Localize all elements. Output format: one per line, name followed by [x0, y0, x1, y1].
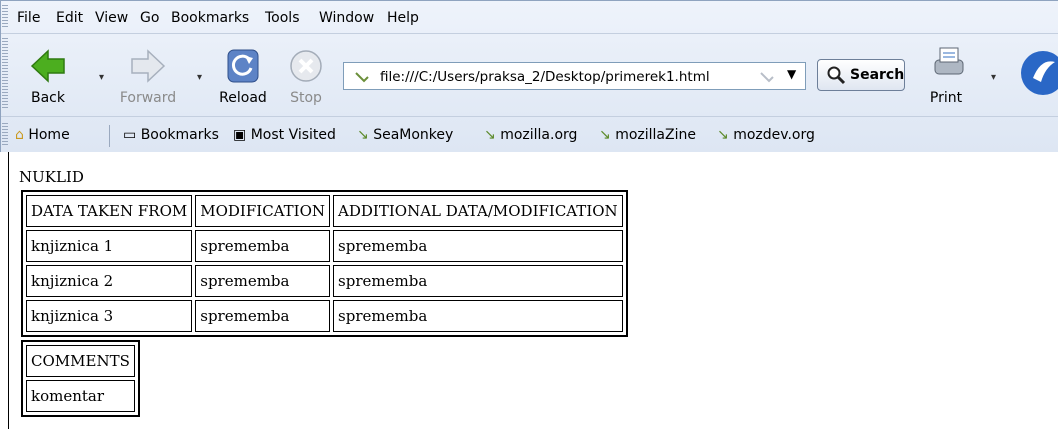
header-additional-data: ADDITIONAL DATA/MODIFICATION	[333, 195, 623, 227]
comments-row: komentar	[26, 380, 135, 412]
bookmark-mozdev-org-icon: ↘	[717, 127, 729, 143]
bookmarks-folder-icon: ▭	[123, 127, 137, 143]
page-title: NUKLID	[19, 168, 84, 186]
table-cell: knjiznica 2	[26, 265, 193, 297]
bookmark-bookmarks-label: Bookmarks	[140, 127, 219, 143]
table-cell: sprememba	[195, 230, 331, 262]
comments-header-row: COMMENTS	[26, 345, 135, 377]
menu-bookmarks[interactable]: Bookmarks	[171, 10, 249, 26]
print-dropdown-icon[interactable]: ▾	[991, 72, 996, 83]
reload-button[interactable]: Reload	[213, 34, 273, 114]
url-dropdown-icon[interactable]: ▼	[787, 67, 796, 81]
table-cell: sprememba	[333, 300, 623, 332]
forward-dropdown-icon[interactable]: ▾	[197, 72, 202, 83]
print-button[interactable]: Print	[917, 34, 987, 114]
seamonkey-throbber-icon[interactable]	[1019, 48, 1058, 98]
forward-arrow-icon	[131, 49, 166, 83]
page-proxy-icon	[355, 72, 369, 83]
table-header-row: DATA TAKEN FROM MODIFICATION ADDITIONAL …	[26, 195, 623, 227]
table-cell: knjiznica 1	[26, 230, 193, 262]
back-label: Back	[31, 90, 65, 106]
search-button[interactable]: Search	[817, 59, 905, 91]
table-cell: sprememba	[333, 230, 623, 262]
print-label: Print	[929, 90, 963, 106]
table-row: knjiznica 3 sprememba sprememba	[26, 300, 623, 332]
most-visited-folder-icon: ▣	[233, 127, 247, 143]
search-icon	[827, 66, 846, 85]
printer-icon	[934, 47, 964, 75]
comments-table: COMMENTS komentar	[21, 340, 140, 417]
bookmark-mozillazine-icon: ↘	[599, 127, 611, 143]
table-cell: sprememba	[195, 300, 331, 332]
bookmark-seamonkey-icon: ↘	[357, 127, 369, 143]
back-dropdown-icon[interactable]: ▾	[99, 72, 104, 83]
menu-edit[interactable]: Edit	[56, 10, 83, 26]
url-text[interactable]: file:///C:/Users/praksa_2/Desktop/primer…	[380, 69, 710, 85]
browser-chrome: File Edit View Go Bookmarks Tools Window…	[0, 0, 1058, 152]
table-cell: knjiznica 3	[26, 300, 193, 332]
bookmark-seamonkey-label: SeaMonkey	[373, 127, 454, 143]
table-cell: sprememba	[333, 265, 623, 297]
bookmark-mozilla-org[interactable]: ↘ mozilla.org	[484, 127, 577, 143]
comment-cell: komentar	[26, 380, 135, 412]
home-icon: ⌂	[15, 127, 24, 143]
bookmarks-separator	[109, 125, 110, 147]
stop-button[interactable]: Stop	[283, 34, 329, 114]
menu-view[interactable]: View	[95, 10, 128, 26]
menu-tools[interactable]: Tools	[265, 10, 300, 26]
bookmark-mozdev-org[interactable]: ↘ mozdev.org	[717, 127, 815, 143]
bookmark-mozdev-org-label: mozdev.org	[733, 127, 815, 143]
menu-bar: File Edit View Go Bookmarks Tools Window…	[1, 1, 1058, 34]
bookmark-home-label: Home	[28, 127, 70, 143]
reload-label: Reload	[219, 90, 267, 106]
back-button[interactable]: Back	[23, 34, 73, 114]
bookmark-home[interactable]: ⌂ Home	[15, 127, 70, 143]
navigation-toolbar: Back ▾ Forward ▾ Reload Stop file:///C:/…	[1, 34, 1058, 117]
url-bar[interactable]: file:///C:/Users/praksa_2/Desktop/primer…	[343, 62, 806, 90]
toolbar-grip[interactable]	[2, 38, 8, 110]
search-label: Search	[850, 67, 905, 83]
menu-help[interactable]: Help	[387, 10, 419, 26]
bookmark-bookmarks[interactable]: ▭ Bookmarks	[123, 127, 219, 143]
back-arrow-icon	[30, 49, 65, 83]
bookmark-most-visited-label: Most Visited	[250, 127, 336, 143]
stop-label: Stop	[290, 90, 322, 106]
bookmark-most-visited[interactable]: ▣ Most Visited	[233, 127, 336, 143]
table-row: knjiznica 2 sprememba sprememba	[26, 265, 623, 297]
menu-bar-grip[interactable]	[2, 5, 8, 29]
table-cell: sprememba	[195, 265, 331, 297]
stop-icon	[290, 50, 322, 82]
header-data-taken-from: DATA TAKEN FROM	[26, 195, 193, 227]
bookmark-seamonkey[interactable]: ↘ SeaMonkey	[357, 127, 453, 143]
menu-window[interactable]: Window	[319, 10, 374, 26]
menu-go[interactable]: Go	[140, 10, 159, 26]
data-table: DATA TAKEN FROM MODIFICATION ADDITIONAL …	[21, 190, 628, 337]
page-content: NUKLID DATA TAKEN FROM MODIFICATION ADDI…	[8, 152, 1058, 429]
menu-file[interactable]: File	[17, 10, 40, 26]
table-row: knjiznica 1 sprememba sprememba	[26, 230, 623, 262]
forward-label: Forward	[119, 90, 177, 106]
reload-icon	[227, 49, 259, 83]
header-modification: MODIFICATION	[195, 195, 331, 227]
bookmark-star-icon[interactable]	[759, 69, 775, 85]
bookmark-mozillazine-label: mozillaZine	[615, 127, 696, 143]
bookmark-mozilla-org-label: mozilla.org	[500, 127, 578, 143]
header-comments: COMMENTS	[26, 345, 135, 377]
bookmark-mozillazine[interactable]: ↘ mozillaZine	[599, 127, 696, 143]
forward-button[interactable]: Forward	[115, 34, 181, 114]
bookmarks-grip[interactable]	[2, 123, 8, 147]
bookmark-mozilla-org-icon: ↘	[484, 127, 496, 143]
bookmarks-toolbar: ⌂ Home ▭ Bookmarks ▣ Most Visited ↘ SeaM…	[1, 117, 1058, 153]
